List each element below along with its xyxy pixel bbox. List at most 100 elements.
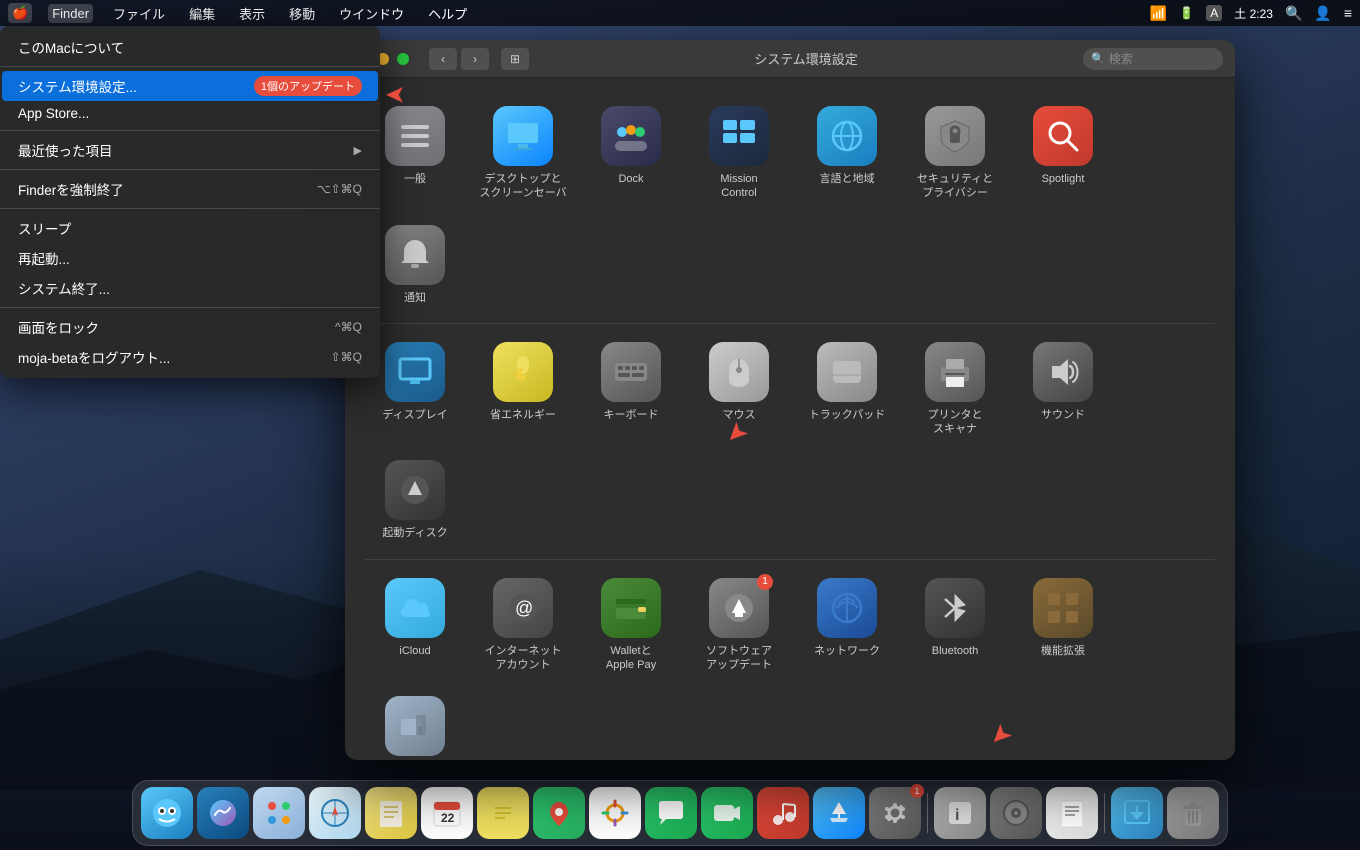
pref-item-sound[interactable]: サウンド xyxy=(1013,334,1113,445)
menu-sleep[interactable]: スリープ xyxy=(2,213,378,243)
menu-shutdown[interactable]: システム終了... xyxy=(2,273,378,303)
window-titlebar: ‹ › ⊞ システム環境設定 🔍 検索 xyxy=(345,40,1235,78)
dock-finder[interactable] xyxy=(141,787,193,839)
dock-stickies[interactable] xyxy=(477,787,529,839)
pref-item-spotlight[interactable]: Spotlight xyxy=(1013,98,1113,209)
extension-icon xyxy=(1033,578,1093,638)
control-center-icon[interactable]: ≡ xyxy=(1344,5,1352,21)
menubar-go[interactable]: 移動 xyxy=(285,2,319,25)
dock-calendar[interactable]: 22 xyxy=(421,787,473,839)
icloud-icon xyxy=(385,578,445,638)
menubar-edit[interactable]: 編集 xyxy=(185,2,219,25)
pref-item-language[interactable]: 言語と地域 xyxy=(797,98,897,209)
notification-icon xyxy=(385,225,445,285)
dock-music[interactable] xyxy=(757,787,809,839)
dock-diskutil[interactable] xyxy=(990,787,1042,839)
pref-item-internet[interactable]: @ インターネットアカウント xyxy=(473,570,573,681)
pref-item-extension[interactable]: 機能拡張 xyxy=(1013,570,1113,681)
dock-sysinfo[interactable]: i xyxy=(934,787,986,839)
keyboard-input-icon[interactable]: A xyxy=(1206,5,1222,21)
search-field[interactable]: 🔍 検索 xyxy=(1083,48,1223,70)
back-button[interactable]: ‹ xyxy=(429,48,457,70)
menu-appstore[interactable]: App Store... xyxy=(2,101,378,126)
menu-restart[interactable]: 再起動... xyxy=(2,243,378,273)
pref-item-keyboard[interactable]: キーボード xyxy=(581,334,681,445)
dock-textedit[interactable] xyxy=(1046,787,1098,839)
pref-item-notification[interactable]: 通知 xyxy=(365,217,465,313)
dock-notes[interactable] xyxy=(365,787,417,839)
menu-separator-1 xyxy=(0,66,380,67)
general-label: 一般 xyxy=(404,172,426,186)
apple-menu-trigger[interactable]: 🍎 xyxy=(8,3,32,23)
pref-item-icloud[interactable]: iCloud xyxy=(365,570,465,681)
menubar-file[interactable]: ファイル xyxy=(109,2,169,25)
pref-item-energy[interactable]: 省エネルギー xyxy=(473,334,573,445)
menu-separator-5 xyxy=(0,307,380,308)
pref-item-software[interactable]: 1 ソフトウェアアップデート xyxy=(689,570,789,681)
pref-item-display[interactable]: ディスプレイ xyxy=(365,334,465,445)
dock-photos[interactable] xyxy=(589,787,641,839)
language-label: 言語と地域 xyxy=(820,172,875,186)
dock-safari[interactable] xyxy=(309,787,361,839)
energy-icon xyxy=(493,342,553,402)
pref-item-printer[interactable]: プリンタとスキャナ xyxy=(905,334,1005,445)
wifi-icon[interactable]: 📶 xyxy=(1150,5,1167,22)
grid-view-button[interactable]: ⊞ xyxy=(501,48,529,70)
dock-siri[interactable] xyxy=(197,787,249,839)
notification-label: 通知 xyxy=(404,291,426,305)
dock-appstore[interactable] xyxy=(813,787,865,839)
dock-launchpad[interactable] xyxy=(253,787,305,839)
menu-about-mac[interactable]: このMacについて xyxy=(2,32,378,62)
menubar-view[interactable]: 表示 xyxy=(235,2,269,25)
window-maximize-button[interactable] xyxy=(397,53,409,65)
menubar-window[interactable]: ウインドウ xyxy=(335,2,408,25)
menu-recent-items[interactable]: 最近使った項目 ▶ xyxy=(2,135,378,165)
menubar-right: 📶 🔋 A 土 2:23 🔍 👤 ≡ xyxy=(1150,5,1352,22)
pref-row-3: iCloud @ インターネットアカウント WalletとApple Pay xyxy=(365,570,1215,760)
pref-item-dock[interactable]: Dock xyxy=(581,98,681,209)
menu-logout[interactable]: moja-betaをログアウト... ⇧⌘Q xyxy=(2,342,378,372)
printer-label: プリンタとスキャナ xyxy=(928,408,983,437)
pref-item-bluetooth[interactable]: Bluetooth xyxy=(905,570,1005,681)
internet-label: インターネットアカウント xyxy=(485,644,562,673)
logout-shortcut: ⇧⌘Q xyxy=(331,350,362,364)
pref-item-security[interactable]: セキュリティとプライバシー xyxy=(905,98,1005,209)
menubar-finder[interactable]: Finder xyxy=(48,4,93,23)
keyboard-label: キーボード xyxy=(604,408,659,422)
menu-lock-screen[interactable]: 画面をロック ^⌘Q xyxy=(2,312,378,342)
keyboard-icon xyxy=(601,342,661,402)
battery-icon[interactable]: 🔋 xyxy=(1179,6,1194,20)
pref-section-3: iCloud @ インターネットアカウント WalletとApple Pay xyxy=(365,570,1215,760)
network-icon xyxy=(817,578,877,638)
pref-item-sharing[interactable]: 共有 xyxy=(365,688,465,760)
software-update-icon: 1 xyxy=(709,578,769,638)
user-portrait-icon[interactable]: 👤 xyxy=(1314,5,1331,22)
svg-text:@: @ xyxy=(515,598,533,618)
pref-item-wallet[interactable]: WalletとApple Pay xyxy=(581,570,681,681)
pref-item-trackpad[interactable]: トラックパッド xyxy=(797,334,897,445)
dock-maps[interactable] xyxy=(533,787,585,839)
forward-button[interactable]: › xyxy=(461,48,489,70)
window-title: システム環境設定 xyxy=(537,49,1075,68)
pref-item-network[interactable]: ネットワーク xyxy=(797,570,897,681)
sound-icon xyxy=(1033,342,1093,402)
internet-icon: @ xyxy=(493,578,553,638)
menu-force-quit[interactable]: Finderを強制終了 ⌥⇧⌘Q xyxy=(2,174,378,204)
dock-downloads[interactable] xyxy=(1111,787,1163,839)
dock-syspref[interactable]: 1 xyxy=(869,787,921,839)
wallet-icon xyxy=(601,578,661,638)
pref-item-general[interactable]: 一般 xyxy=(365,98,465,209)
dock-trash[interactable] xyxy=(1167,787,1219,839)
syspref-window: ‹ › ⊞ システム環境設定 🔍 検索 一般 xyxy=(345,40,1235,760)
general-icon xyxy=(385,106,445,166)
pref-item-mission[interactable]: MissionControl xyxy=(689,98,789,209)
pref-item-desktop[interactable]: デスクトップとスクリーンセーバ xyxy=(473,98,573,209)
pref-item-startup[interactable]: 起動ディスク xyxy=(365,452,465,548)
dock-facetime[interactable] xyxy=(701,787,753,839)
display-label: ディスプレイ xyxy=(382,408,447,422)
dock-messages[interactable] xyxy=(645,787,697,839)
menu-syspref[interactable]: システム環境設定... 1個のアップデート xyxy=(2,71,378,101)
spotlight-menubar-icon[interactable]: 🔍 xyxy=(1285,5,1302,22)
menubar-help[interactable]: ヘルプ xyxy=(424,2,471,25)
dock-separator xyxy=(927,793,928,833)
